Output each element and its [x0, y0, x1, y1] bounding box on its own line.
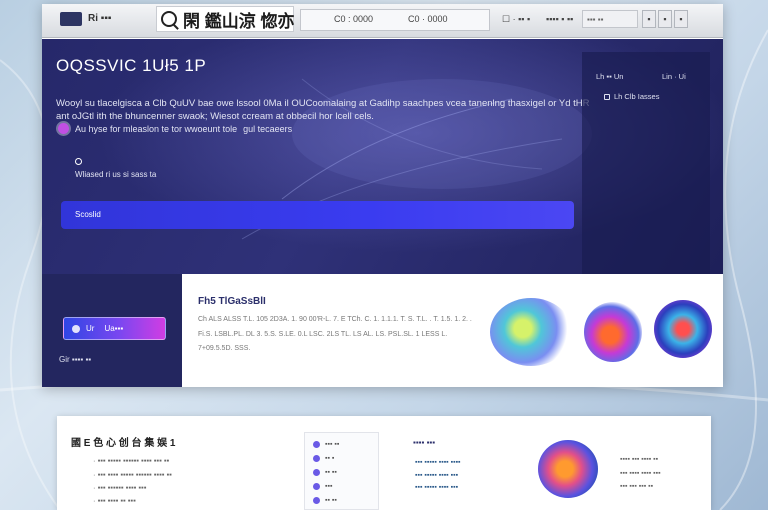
- side-caption: Gir ▪▪▪▪ ▪▪: [59, 355, 92, 364]
- list-item-label: ▪▪ ▪: [325, 455, 335, 462]
- list-item-label: ▪▪▪ ▪▪: [325, 441, 340, 448]
- address-segment-b: C0 · 0000: [408, 14, 448, 24]
- hero-title: OQSSVIC 1Uł5 1P: [56, 56, 207, 75]
- card-side-text: ▪▪▪ ▪▪▪ ▪▪▪ ▪▪: [620, 483, 654, 490]
- cta-label-a: Ur: [86, 324, 95, 333]
- card-title: 國 E 色 心 创 台 集 娱 1: [71, 438, 176, 449]
- list-item-label: ▪▪▪: [325, 483, 333, 490]
- bullet-dot-icon: [58, 123, 69, 134]
- card-list-line: · ▪▪▪ ▪▪▪▪▪ ▪▪▪▪▪▪ ▪▪▪▪ ▪▪▪ ▪▪: [93, 456, 170, 465]
- card-menu-list: ▪▪▪ ▪▪ ▪▪ ▪ ▪▪ ▪▪ ▪▪▪ ▪▪ ▪▪: [304, 432, 379, 510]
- card-feature-link[interactable]: ▪▪▪ ▪▪▪▪▪ ▪▪▪▪ ▪▪▪: [415, 472, 458, 479]
- abstract-sphere-image: [490, 298, 572, 366]
- feature-content-panel: Fh5 TlGaSsBlI Ch ALS ALSS T.L. 105 2D3A.…: [182, 274, 723, 387]
- app-title: 閑 鑑山涼 惚亦: [183, 11, 295, 31]
- list-dot-icon: [313, 441, 320, 448]
- browser-window: Ri ▪▪▪ 閑 鑑山涼 惚亦 C0 : 0000 C0 · 0000 ☐ · …: [42, 4, 723, 387]
- feature-title: Fh5 TlGaSsBlI: [198, 296, 266, 307]
- hero-description: Wooyl su tlacelgisca a Clb QuUV bae owe …: [56, 98, 590, 122]
- feature-text-line: Ch ALS ALSS T.L. 105 2D3A. 1. 90 00'R-L.…: [198, 316, 472, 323]
- hero-side-panel: Lh ▪▪ Un Lin · Ui Lh Clb Iasses: [582, 52, 710, 274]
- address-segment-a: C0 : 0000: [334, 14, 374, 24]
- card-feature-title: ▪▪▪▪ ▪▪▪: [413, 438, 436, 447]
- app-title-box[interactable]: 閑 鑑山涼 惚亦: [156, 6, 294, 32]
- abstract-sphere-image: [584, 302, 642, 362]
- side-label-a[interactable]: Lh ▪▪ Un: [596, 72, 623, 81]
- toolbar-link-a[interactable]: ☐ · ▪▪ ▪: [502, 14, 530, 25]
- hero-bullet-text-tail: gul tecaeers: [243, 123, 293, 134]
- bottom-card: 國 E 色 心 创 台 集 娱 1 · ▪▪▪ ▪▪▪▪▪ ▪▪▪▪▪▪ ▪▪▪…: [57, 416, 711, 510]
- search-icon: [161, 11, 177, 27]
- checkbox-icon[interactable]: [604, 94, 610, 100]
- list-item[interactable]: ▪▪▪: [313, 481, 371, 492]
- hero-bullet-row: Au hyse for mleaslon te tor wwoeunt tole…: [58, 123, 292, 134]
- feature-text-line: Fi.S. LSBL.PL. DL 3. 5.S. S.LE. 0.L LSC.…: [198, 331, 448, 338]
- hero-bullet-text: Au hyse for mleaslon te tor wwoeunt tole: [75, 123, 238, 134]
- abstract-sphere-image: [654, 300, 712, 358]
- list-dot-icon: [313, 497, 320, 504]
- card-list-line: · ▪▪▪ ▪▪▪▪▪▪ ▪▪▪▪ ▪▪▪: [93, 483, 147, 492]
- brand-logo-icon[interactable]: [60, 12, 82, 26]
- cta-button[interactable]: Ur Ua▪▪▪: [63, 317, 166, 340]
- card-side-text: ▪▪▪▪ ▪▪▪ ▪▪▪▪ ▪▪: [620, 456, 659, 463]
- cta-label-b: Ua▪▪▪: [104, 324, 124, 333]
- brand-logo-text: Ri ▪▪▪: [88, 13, 112, 24]
- window-minimize-button[interactable]: ▪: [642, 10, 656, 28]
- list-item[interactable]: ▪▪ ▪: [313, 453, 371, 464]
- list-dot-icon: [313, 483, 320, 490]
- browser-toolbar: Ri ▪▪▪ 閑 鑑山涼 惚亦 C0 : 0000 C0 · 0000 ☐ · …: [42, 4, 723, 38]
- abstract-sphere-image: [538, 440, 598, 498]
- window-close-button[interactable]: ▪: [674, 10, 688, 28]
- list-dot-icon: [313, 469, 320, 476]
- address-bar[interactable]: [300, 9, 490, 31]
- list-item[interactable]: ▪▪▪ ▪▪: [313, 439, 371, 450]
- side-label-c: Lh Clb Iasses: [614, 92, 660, 101]
- toolbar-search-input[interactable]: ▪▪▪ ▪▪: [582, 10, 638, 28]
- card-side-text: ▪▪▪ ▪▪▪▪ ▪▪▪▪ ▪▪▪: [620, 470, 661, 477]
- hero-section: OQSSVIC 1Uł5 1P Wooyl su tlacelgisca a C…: [42, 39, 723, 274]
- left-side-panel: Ur Ua▪▪▪ Gir ▪▪▪▪ ▪▪: [42, 274, 182, 387]
- card-feature-link[interactable]: ▪▪▪ ▪▪▪▪▪ ▪▪▪▪ ▪▪▪▪: [415, 459, 461, 466]
- card-list-line: · ▪▪▪ ▪▪▪▪ ▪▪ ▪▪▪: [93, 496, 136, 505]
- toolbar-link-b[interactable]: ▪▪▪▪ ▪ ▪▪: [546, 14, 573, 24]
- feature-text-line: 7+09.5.5D. SSS.: [198, 345, 251, 352]
- list-item[interactable]: ▪▪ ▪▪: [313, 495, 371, 506]
- side-label-b[interactable]: Lin · Ui: [662, 72, 686, 81]
- card-feature-link[interactable]: ▪▪▪ ▪▪▪▪▪ ▪▪▪▪ ▪▪▪: [415, 484, 458, 491]
- list-dot-icon: [313, 455, 320, 462]
- window-maximize-button[interactable]: ▪: [658, 10, 672, 28]
- cta-icon: [72, 324, 80, 333]
- list-item[interactable]: ▪▪ ▪▪: [313, 467, 371, 478]
- list-item-label: ▪▪ ▪▪: [325, 469, 337, 476]
- info-circle-icon: [75, 158, 82, 165]
- list-item-label: ▪▪ ▪▪: [325, 497, 337, 504]
- card-list-line: · ▪▪▪ ▪▪▪▪ ▪▪▪▪▪ ▪▪▪▪▪▪ ▪▪▪▪ ▪▪: [93, 470, 172, 479]
- hero-meta-text: Wliased ri us si sass ta: [75, 170, 157, 179]
- primary-action-bar[interactable]: Scoslid: [61, 201, 574, 229]
